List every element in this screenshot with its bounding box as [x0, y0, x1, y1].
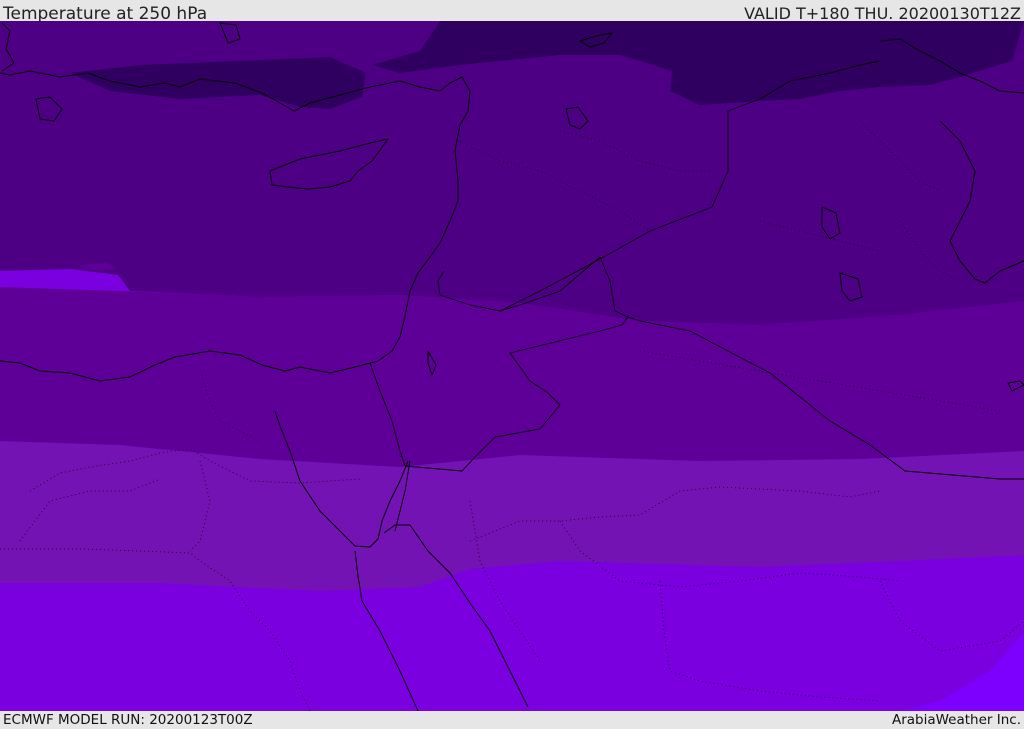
- credit-label: ArabiaWeather Inc.: [891, 712, 1021, 728]
- temperature-map: [0, 21, 1024, 711]
- model-run: ECMWF MODEL RUN: 20200123T00Z: [3, 712, 253, 728]
